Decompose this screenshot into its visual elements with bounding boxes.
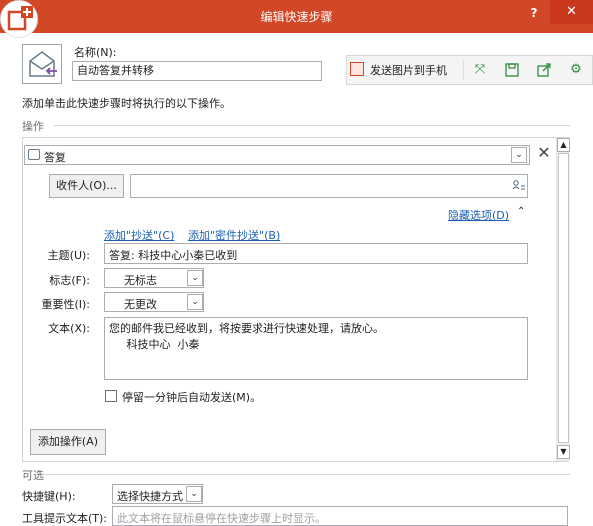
add-bcc-link[interactable]: 添加"密件抄送"(B) (188, 227, 280, 243)
action-type-select[interactable]: 答复 ⌄ (24, 145, 530, 165)
optional-group-label: 可选 (22, 469, 44, 482)
chevron-down-icon[interactable]: ⌄ (186, 486, 202, 502)
subject-input[interactable]: 答复: 科技中心小秦已收到 (104, 243, 528, 264)
shortcut-select[interactable]: 选择快捷方式 ⌄ (112, 484, 203, 504)
scroll-down-icon[interactable]: ▼ (557, 445, 570, 459)
group-divider (54, 125, 570, 126)
action-type-value: 答复 (44, 151, 66, 164)
importance-label: 重要性(I): (41, 298, 90, 311)
importance-select[interactable]: 无更改 ⌄ (104, 292, 204, 312)
tooltip-text-label: 工具提示文本(T): (22, 512, 108, 525)
shortcut-value: 选择快捷方式 (117, 490, 183, 503)
flag-value: 无标志 (124, 274, 157, 287)
export-icon[interactable] (534, 59, 554, 81)
body-label: 文本(X): (48, 322, 90, 335)
add-action-button[interactable]: 添加操作(A) (30, 429, 106, 455)
add-cc-link[interactable]: 添加"抄送"(C) (104, 227, 174, 243)
importance-value: 无更改 (124, 298, 157, 311)
autosend-checkbox[interactable] (105, 390, 117, 402)
save-icon[interactable] (502, 59, 522, 81)
scroll-up-icon[interactable]: ▲ (557, 138, 570, 152)
phone-image-icon (350, 62, 364, 76)
chevron-down-icon[interactable]: ⌄ (187, 294, 203, 310)
description-text: 添加单击此快速步骤时将执行的以下操作。 (22, 97, 231, 110)
recipients-button[interactable]: 收件人(O)... (49, 174, 124, 198)
app-logo-icon (0, 0, 38, 38)
scroll-thumb[interactable] (558, 153, 569, 443)
quick-step-icon[interactable] (22, 44, 62, 84)
chevron-down-icon[interactable]: ⌄ (187, 270, 203, 286)
collapse-chevron-icon[interactable]: ⌃ (517, 206, 525, 217)
name-input[interactable]: 自动答复并转移 (72, 61, 322, 81)
flag-label: 标志(F): (49, 274, 90, 287)
reply-icon (28, 149, 40, 160)
tooltip-text-input[interactable]: 此文本将在鼠标悬停在快速步骤上时显示。 (112, 506, 568, 526)
close-button[interactable]: ✕ (550, 0, 593, 24)
action-scrollbar[interactable]: ▲ ▼ (556, 138, 570, 461)
subject-label: 主题(U): (47, 249, 90, 262)
chevron-down-icon[interactable]: ⌄ (511, 147, 527, 163)
address-book-icon[interactable] (512, 179, 526, 193)
send-to-phone-button[interactable]: 发送图片到手机 (350, 59, 462, 81)
window-title: 编辑快速步骤 (260, 10, 333, 24)
expand-icon[interactable]: ⤧ (470, 59, 490, 81)
flag-select[interactable]: 无标志 ⌄ (104, 268, 204, 288)
remove-action-icon[interactable]: ✕ (536, 143, 552, 163)
group-divider (44, 474, 570, 475)
toolbar-divider (463, 60, 464, 80)
hide-options-link[interactable]: 隐藏选项(D) (448, 207, 509, 223)
send-to-phone-label: 发送图片到手机 (370, 64, 447, 77)
settings-icon[interactable]: ⚙ (566, 59, 586, 81)
body-textarea[interactable]: 您的邮件我已经收到，将按要求进行快速处理，请放心。 科技中心 小秦 (104, 317, 528, 380)
name-label: 名称(N): (74, 46, 117, 59)
autosend-label: 停留一分钟后自动发送(M)。 (122, 391, 262, 404)
help-button[interactable]: ? (522, 2, 546, 24)
recipients-input[interactable] (130, 174, 528, 198)
shortcut-label: 快捷键(H): (22, 490, 76, 503)
actions-group-label: 操作 (22, 120, 44, 133)
